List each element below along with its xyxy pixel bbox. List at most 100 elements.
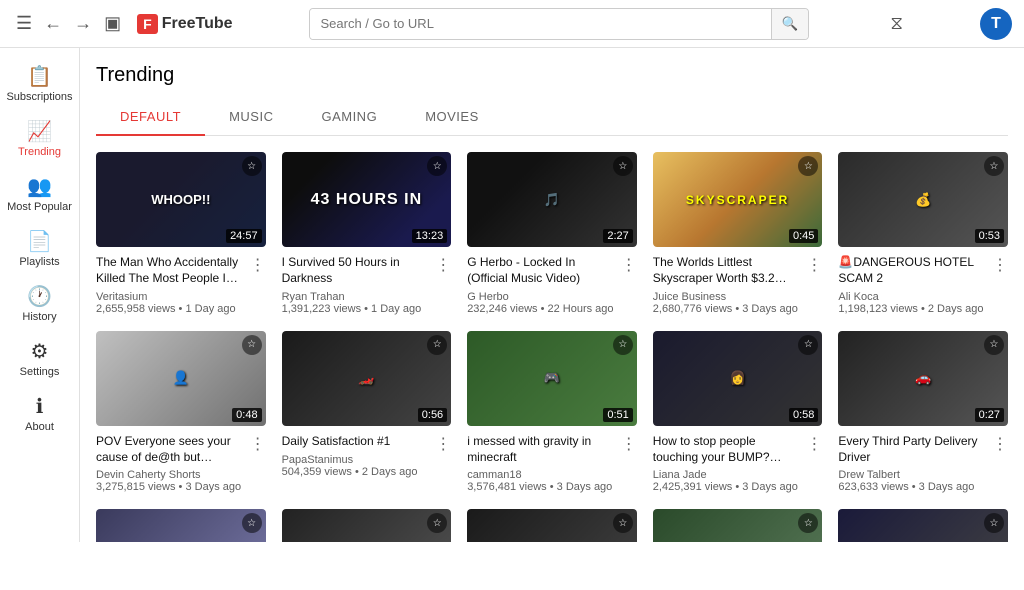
video-title: I Survived 50 Hours in Darkness [282, 255, 430, 286]
video-channel[interactable]: Ali Koca [838, 291, 986, 303]
video-stats: 2,680,776 views • 3 Days ago [653, 303, 801, 315]
more-options-button[interactable]: ⋮ [435, 434, 451, 454]
bookmark-icon[interactable]: ☆ [242, 513, 262, 533]
video-meta: Daily Satisfaction #1 PapaStanimus 504,3… [282, 434, 430, 478]
more-options-button[interactable]: ⋮ [250, 434, 266, 454]
bookmark-icon[interactable]: ☆ [984, 156, 1004, 176]
about-icon: ℹ [36, 394, 44, 419]
video-channel[interactable]: Devin Caherty Shorts [96, 469, 244, 481]
video-card[interactable]: 43 HOURS IN 13:23 ☆ I Survived 50 Hours … [282, 152, 452, 315]
more-options-button[interactable]: ⋮ [435, 255, 451, 275]
filter-icon[interactable]: ⧖ [890, 13, 903, 34]
video-meta: How to stop people touching your BUMP? *… [653, 434, 801, 493]
video-info: i messed with gravity in minecraft camma… [467, 434, 637, 493]
video-title: The Worlds Littlest Skyscraper Worth $3.… [653, 255, 801, 286]
more-options-button[interactable]: ⋮ [992, 255, 1008, 275]
sidebar-item-history[interactable]: 🕐 History [0, 276, 79, 331]
video-channel[interactable]: Liana Jade [653, 469, 801, 481]
tab-gaming[interactable]: GAMING [297, 99, 401, 136]
sidebar-label-settings: Settings [20, 366, 60, 378]
duration-badge: 0:56 [418, 408, 447, 422]
sidebar-item-playlists[interactable]: 📄 Playlists [0, 221, 79, 276]
video-card[interactable]: 👩 0:58 ☆ How to stop people touching you… [653, 331, 823, 494]
video-stats: 1,198,123 views • 2 Days ago [838, 303, 986, 315]
sidebar: 📋 Subscriptions 📈 Trending 👥 Most Popula… [0, 48, 80, 542]
thumbnail: 🎮 0:51 ☆ [467, 331, 637, 426]
video-card[interactable]: 🎮 0:51 ☆ i messed with gravity in minecr… [467, 331, 637, 494]
video-channel[interactable]: camman18 [467, 469, 615, 481]
bookmark-icon[interactable]: ☆ [613, 513, 633, 533]
video-card[interactable]: 🚗 0:27 ☆ Every Third Party Delivery Driv… [838, 331, 1008, 494]
sidebar-item-subscriptions[interactable]: 📋 Subscriptions [0, 56, 79, 111]
sidebar-label-playlists: Playlists [19, 256, 59, 268]
video-meta: Every Third Party Delivery Driver Drew T… [838, 434, 986, 493]
search-button[interactable]: 🔍 [771, 9, 809, 39]
video-card[interactable]: 👤 0:48 ☆ POV Everyone sees your cause of… [96, 331, 266, 494]
video-channel[interactable]: Drew Talbert [838, 469, 986, 481]
video-card[interactable]: 🕷️ 0:13 ☆ When you kill a big spider on … [653, 509, 823, 542]
video-card[interactable]: 🎸 0:55 ☆ PRETENDING to play GUITAR for t… [282, 509, 452, 542]
video-channel[interactable]: Juice Business [653, 291, 801, 303]
video-card[interactable]: WHOOP!! 24:57 ☆ The Man Who Accidentally… [96, 152, 266, 315]
more-options-button[interactable]: ⋮ [806, 255, 822, 275]
video-info: Daily Satisfaction #1 PapaStanimus 504,3… [282, 434, 452, 478]
video-card[interactable]: 🎵 0:13 ☆ Xxxtentacion Legend #shorts Dim… [467, 509, 637, 542]
more-options-button[interactable]: ⋮ [250, 255, 266, 275]
logo-text: FreeTube [162, 15, 233, 33]
page-title: Trending [96, 64, 1008, 87]
video-info: Every Third Party Delivery Driver Drew T… [838, 434, 1008, 493]
thumbnail: WHOOP!! 24:57 ☆ [96, 152, 266, 247]
thumb-overlay: 🕷️ [653, 509, 823, 542]
playlists-icon: 📄 [27, 229, 52, 254]
back-icon[interactable]: ← [40, 9, 66, 38]
video-channel[interactable]: G Herbo [467, 291, 615, 303]
video-channel[interactable]: Veritasium [96, 291, 244, 303]
sidebar-item-settings[interactable]: ⚙ Settings [0, 331, 79, 386]
video-title: G Herbo - Locked In (Official Music Vide… [467, 255, 615, 286]
video-card[interactable]: 🏎️ 0:56 ☆ Daily Satisfaction #1 PapaStan… [282, 331, 452, 494]
avatar[interactable]: T [980, 8, 1012, 40]
video-stats: 2,425,391 views • 3 Days ago [653, 481, 801, 493]
bookmark-icon[interactable]: ☆ [798, 335, 818, 355]
more-options-button[interactable]: ⋮ [992, 434, 1008, 454]
search-input[interactable] [310, 9, 770, 39]
more-options-button[interactable]: ⋮ [621, 255, 637, 275]
bookmark-icon[interactable]: ☆ [242, 335, 262, 355]
tabs-bar: DEFAULT MUSIC GAMING MOVIES [96, 99, 1008, 136]
video-card[interactable]: 🎮 0:43 ☆ When The Best Player Hops On...… [96, 509, 266, 542]
tab-default[interactable]: DEFAULT [96, 99, 205, 136]
sidebar-item-trending[interactable]: 📈 Trending [0, 111, 79, 166]
video-info: POV Everyone sees your cause of de@th bu… [96, 434, 266, 493]
video-channel[interactable]: Ryan Trahan [282, 291, 430, 303]
sidebar-item-about[interactable]: ℹ About [0, 386, 79, 441]
more-options-button[interactable]: ⋮ [621, 434, 637, 454]
bookmark-icon[interactable]: ☆ [613, 156, 633, 176]
video-meta: i messed with gravity in minecraft camma… [467, 434, 615, 493]
tab-movies[interactable]: MOVIES [401, 99, 503, 136]
video-channel[interactable]: PapaStanimus [282, 454, 430, 466]
bookmark-icon[interactable]: ☆ [984, 335, 1004, 355]
bookmark-icon[interactable]: ☆ [613, 335, 633, 355]
forward-icon[interactable]: → [70, 9, 96, 38]
thumbnail: 🚗 0:27 ☆ [838, 331, 1008, 426]
thumbnail: 43 HOURS IN 13:23 ☆ [282, 152, 452, 247]
search-bar: 🔍 [309, 8, 809, 40]
video-card[interactable]: 💰 0:53 ☆ 🚨DANGEROUS HOTEL SCAM 2 Ali Koc… [838, 152, 1008, 315]
bookmark-icon[interactable]: ☆ [242, 156, 262, 176]
logo-f: F [137, 14, 158, 34]
menu-icon[interactable]: ☰ [12, 9, 36, 38]
sidebar-item-most-popular[interactable]: 👥 Most Popular [0, 166, 79, 221]
video-card[interactable]: 🎵 2:27 ☆ G Herbo - Locked In (Official M… [467, 152, 637, 315]
sidebar-label-about: About [25, 421, 54, 433]
video-info: G Herbo - Locked In (Official Music Vide… [467, 255, 637, 314]
windows-icon[interactable]: ▣ [100, 9, 125, 38]
video-stats: 3,576,481 views • 3 Days ago [467, 481, 615, 493]
video-info: 🚨DANGEROUS HOTEL SCAM 2 Ali Koca 1,198,1… [838, 255, 1008, 314]
video-card[interactable]: ⚽ 0:20 ☆ Why does Cristiano Ronaldo refu… [838, 509, 1008, 542]
video-card[interactable]: SKYSCRAPER 0:45 ☆ The Worlds Littlest Sk… [653, 152, 823, 315]
tab-music[interactable]: MUSIC [205, 99, 297, 136]
more-options-button[interactable]: ⋮ [806, 434, 822, 454]
duration-badge: 0:45 [789, 229, 818, 243]
bookmark-icon[interactable]: ☆ [427, 335, 447, 355]
thumbnail: 🏎️ 0:56 ☆ [282, 331, 452, 426]
